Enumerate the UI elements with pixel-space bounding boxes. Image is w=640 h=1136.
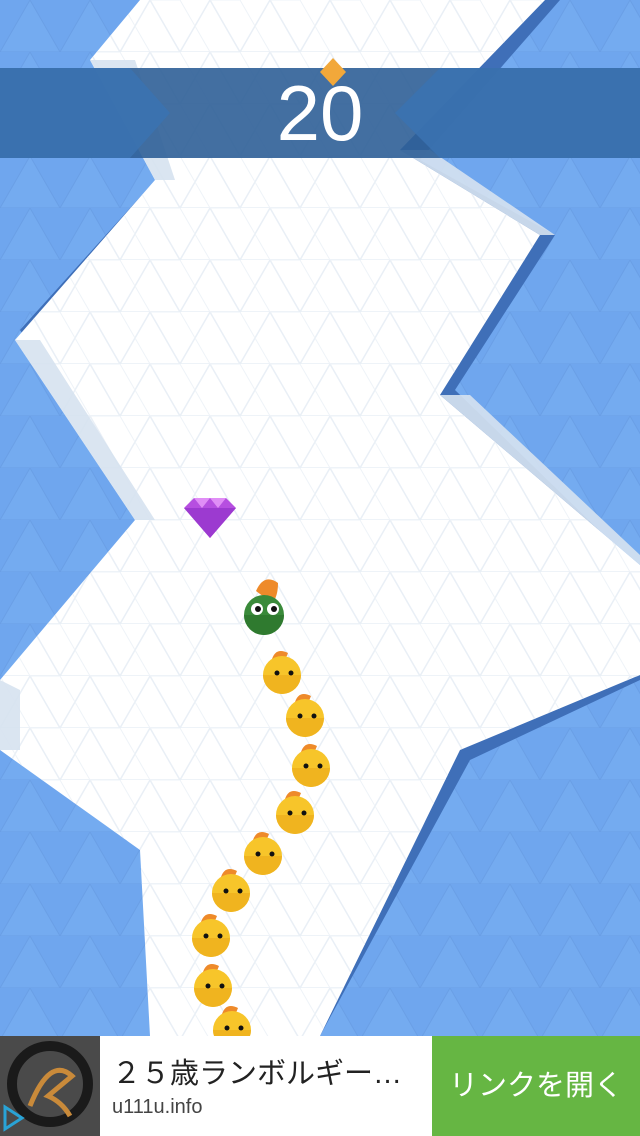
ad-title[interactable]: ２５歳ランボルギーニ…	[112, 1050, 422, 1092]
game-board[interactable]	[0, 0, 640, 1136]
ad-banner[interactable]: ２５歳ランボルギーニ… u111u.info リンクを開く	[0, 1036, 640, 1136]
ad-choices-icon[interactable]	[2, 1104, 26, 1132]
open-link-button[interactable]: リンクを開く	[432, 1036, 640, 1136]
score-counter: 20	[276, 69, 364, 157]
ad-domain: u111u.info	[112, 1096, 203, 1118]
